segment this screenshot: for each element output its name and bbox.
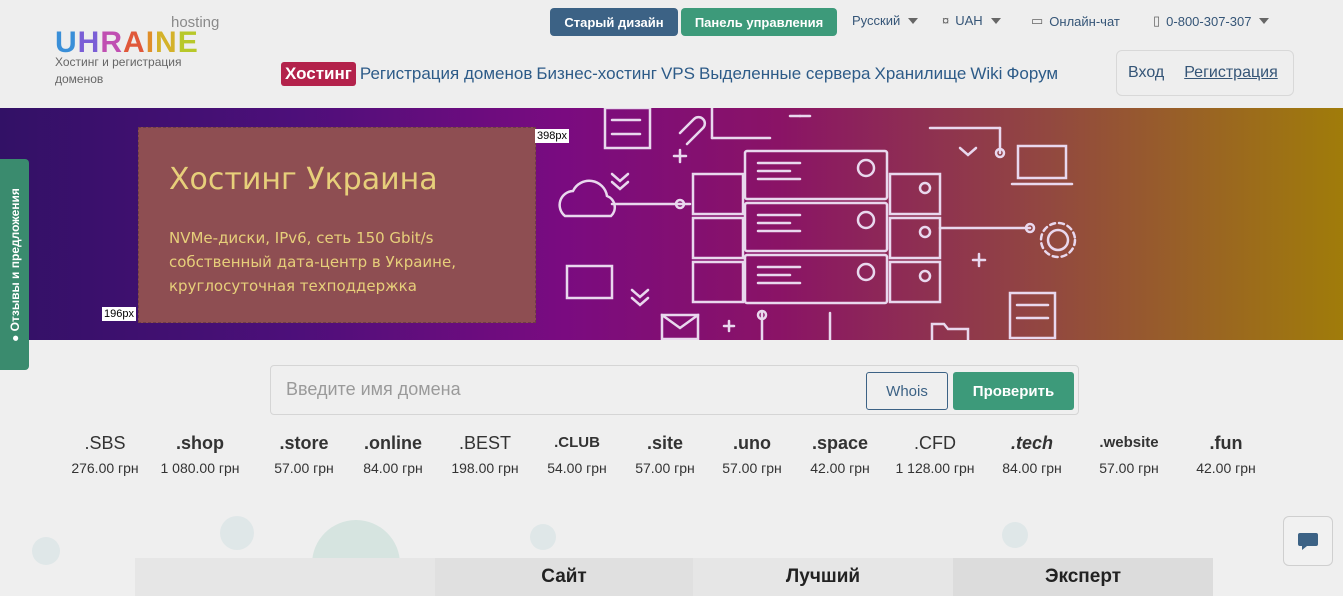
tld-price: 84.00 грн	[1002, 460, 1062, 476]
language-select[interactable]: Русский	[852, 13, 919, 28]
tld-item[interactable]: .CFD 1 128.00 грн	[890, 430, 980, 476]
hero-title: Хостинг Украина	[169, 162, 438, 197]
tld-name: .fun	[1209, 433, 1243, 453]
chat-widget-button[interactable]	[1283, 516, 1333, 566]
old-design-button[interactable]: Старый дизайн	[550, 8, 678, 36]
plan-tab-site[interactable]: Сайт	[435, 558, 693, 596]
tld-item[interactable]: .space 42.00 грн	[795, 430, 885, 476]
tld-name: .CLUB	[554, 434, 600, 451]
tld-name: .CFD	[914, 433, 956, 453]
language-label: Русский	[852, 13, 901, 28]
width-label: 398px	[535, 129, 569, 143]
nav-item-domains[interactable]: Регистрация доменов	[360, 64, 533, 84]
tld-price: 57.00 грн	[635, 460, 695, 476]
control-panel-button[interactable]: Панель управления	[681, 8, 837, 36]
header: hosting UHRAINE Хостинг и регистрация до…	[0, 0, 1343, 108]
logo[interactable]: hosting UHRAINE Хостинг и регистрация до…	[55, 14, 255, 94]
domain-search: Введите имя домена Whois Проверить	[270, 365, 1079, 415]
tld-name: .BEST	[458, 433, 511, 453]
login-link[interactable]: Вход	[1128, 64, 1164, 82]
whois-button[interactable]: Whois	[866, 372, 948, 410]
nav-item-forum[interactable]: Форум	[1006, 64, 1058, 84]
tld-item[interactable]: .tech 84.00 грн	[987, 430, 1077, 476]
main-nav: Хостинг Регистрация доменов Бизнес-хости…	[281, 62, 1062, 86]
nav-item-business-hosting[interactable]: Бизнес-хостинг	[536, 64, 657, 84]
tld-price: 1 128.00 грн	[895, 460, 975, 476]
tld-item[interactable]: .SBS 276.00 грн	[60, 430, 150, 476]
feedback-label: ● Отзывы и предложения	[8, 188, 22, 342]
nav-item-vps[interactable]: VPS	[661, 64, 695, 84]
tld-name: .space	[811, 433, 869, 453]
tld-price: 84.00 грн	[363, 460, 423, 476]
tld-name: .online	[364, 433, 422, 453]
tld-name: .website	[1099, 434, 1159, 451]
decor-circle	[220, 516, 254, 550]
hero-line-1: NVMe-диски, IPv6, сеть 150 Gbit/s	[169, 229, 434, 247]
tld-item[interactable]: .online 84.00 грн	[348, 430, 438, 476]
tld-item[interactable]: .CLUB 54.00 грн	[532, 430, 622, 476]
tld-price: 198.00 грн	[451, 460, 519, 476]
chevron-down-icon	[1259, 18, 1270, 24]
chevron-down-icon	[990, 17, 1001, 24]
tld-item[interactable]: .shop 1 080.00 грн	[155, 430, 245, 476]
feedback-tab[interactable]: ● Отзывы и предложения	[0, 159, 29, 370]
tld-item[interactable]: .BEST 198.00 грн	[440, 430, 530, 476]
tld-name: .uno	[733, 433, 771, 453]
nav-item-dedicated[interactable]: Выделенные сервера	[699, 64, 871, 84]
hero-description: NVMe-диски, IPv6, сеть 150 Gbit/s собств…	[169, 226, 509, 298]
tld-price: 54.00 грн	[547, 460, 607, 476]
tld-price: 276.00 грн	[71, 460, 139, 476]
lightbulb-icon: ●	[7, 330, 22, 342]
phone-select[interactable]: ▯ 0-800-307-307	[1153, 13, 1270, 29]
tld-price: 57.00 грн	[274, 460, 334, 476]
nav-item-hosting[interactable]: Хостинг	[281, 62, 356, 86]
feedback-text: Отзывы и предложения	[7, 187, 22, 331]
tld-price: 57.00 грн	[1099, 460, 1159, 476]
currency-label: UAH	[955, 13, 983, 28]
plans-tabs: Сайт Лучший Эксперт	[135, 558, 1213, 596]
tld-price: 1 080.00 грн	[160, 460, 240, 476]
logo-subtitle: Хостинг и регистрация доменов	[55, 55, 182, 86]
plan-tab-expert[interactable]: Эксперт	[953, 558, 1213, 596]
online-chat-link[interactable]: ▭ Онлайн-чат	[1031, 13, 1120, 29]
tld-item[interactable]: .website 57.00 грн	[1084, 430, 1174, 476]
hero-card: Хостинг Украина NVMe-диски, IPv6, сеть 1…	[138, 127, 536, 323]
register-link[interactable]: Регистрация	[1184, 64, 1278, 82]
phone-label: 0-800-307-307	[1166, 13, 1252, 29]
nav-item-wiki[interactable]: Wiki	[970, 64, 1002, 84]
tld-item[interactable]: .site 57.00 грн	[620, 430, 710, 476]
chat-icon: ▭	[1031, 13, 1044, 28]
hero-line-2: собственный дата-центр в Украине,	[169, 253, 456, 271]
decor-circle	[1002, 522, 1028, 548]
height-label: 196px	[102, 307, 136, 321]
chevron-down-icon	[908, 17, 919, 24]
hero-banner: Хостинг Украина NVMe-диски, IPv6, сеть 1…	[0, 108, 1343, 340]
currency-icon: ¤	[942, 13, 950, 28]
nav-item-storage[interactable]: Хранилище	[875, 64, 967, 84]
tld-name: .shop	[176, 433, 224, 453]
decor-circle	[530, 524, 556, 550]
currency-select[interactable]: ¤ UAH	[942, 13, 1001, 28]
tld-name: .site	[646, 433, 684, 453]
check-button[interactable]: Проверить	[953, 372, 1074, 410]
chat-bubble-icon	[1298, 533, 1318, 550]
hero-line-3: круглосуточная техподдержка	[169, 277, 417, 295]
online-chat-label: Онлайн-чат	[1049, 13, 1120, 29]
tld-price: 57.00 грн	[722, 460, 782, 476]
tld-price: 42.00 грн	[1196, 460, 1256, 476]
tld-name: .tech	[1010, 433, 1053, 453]
tld-name: .store	[279, 433, 329, 453]
tld-item[interactable]: .store 57.00 грн	[259, 430, 349, 476]
domain-search-input[interactable]: Введите имя домена	[286, 379, 461, 400]
tld-name: .SBS	[84, 433, 126, 453]
tld-item[interactable]: .uno 57.00 грн	[707, 430, 797, 476]
tld-price: 42.00 грн	[810, 460, 870, 476]
phone-icon: ▯	[1153, 13, 1161, 28]
tld-item[interactable]: .fun 42.00 грн	[1181, 430, 1271, 476]
auth-box: Вход Регистрация	[1116, 50, 1294, 96]
decor-circle	[32, 537, 60, 565]
plan-tab-best[interactable]: Лучший	[693, 558, 953, 596]
